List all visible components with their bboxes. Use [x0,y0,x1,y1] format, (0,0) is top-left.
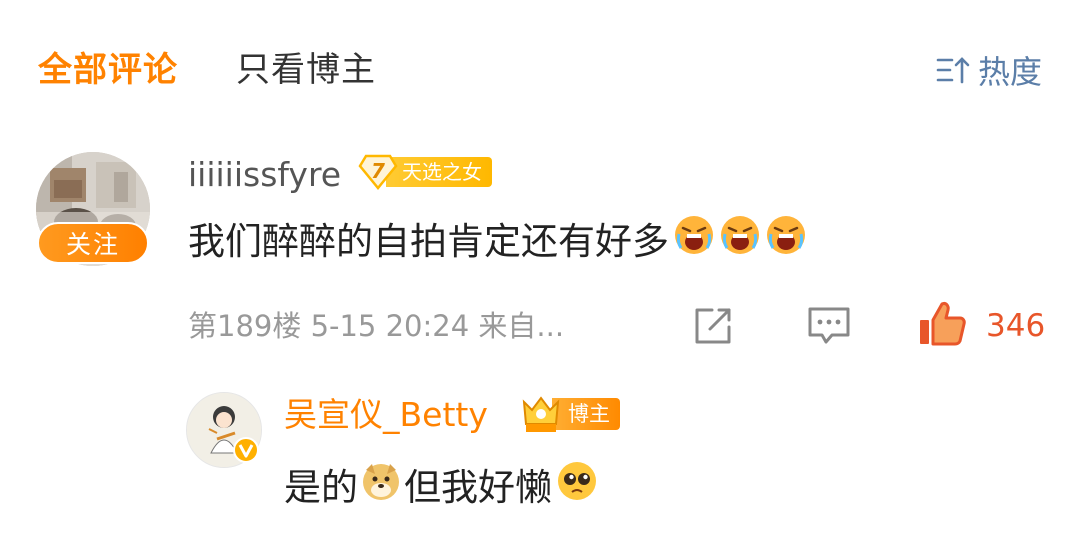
verified-icon [232,436,260,468]
crown-icon [522,396,560,432]
reply-body: 是的 但我好懒 [284,460,598,516]
comment-username[interactable]: iiiiiissfyre [188,154,341,196]
crying-face-icon [719,214,761,270]
sort-button[interactable]: 热度 [936,48,1042,92]
crying-face-icon [673,214,715,270]
doge-icon [360,460,402,516]
reply-text-part1: 是的 [284,466,358,509]
user-title-badge[interactable]: 7 天选之女 [358,154,492,190]
comment-body: 我们醉醉的自拍肯定还有好多 [188,214,807,270]
comment-text: 我们醉醉的自拍肯定还有好多 [188,220,669,263]
comment-meta: 第189楼 5-15 20:24 来自... [188,309,565,343]
sort-label: 热度 [977,53,1042,91]
like-icon[interactable] [916,300,968,352]
reply-text-part2: 但我好懒 [404,466,552,509]
tab-blogger-only[interactable]: 只看博主 [236,48,376,92]
share-icon[interactable] [692,305,736,351]
like-count: 346 [986,308,1046,344]
follow-button[interactable]: 关注 [37,222,149,264]
comment-page: 全部评论 只看博主 热度 关注 iiiiiissfyre 7 天选之女 我们醉醉… [0,0,1080,536]
comment-icon[interactable] [806,305,852,351]
pleading-face-icon [556,460,598,516]
level-badge: 7 [358,154,398,190]
tab-all-comments[interactable]: 全部评论 [38,48,178,92]
badge-title: 天选之女 [386,157,492,187]
crying-face-icon [765,214,807,270]
sort-icon [936,57,970,84]
blogger-badge: 博主 [518,392,620,436]
level-number: 7 [371,159,385,183]
reply-username[interactable]: 吴宣仪_Betty [284,393,488,437]
